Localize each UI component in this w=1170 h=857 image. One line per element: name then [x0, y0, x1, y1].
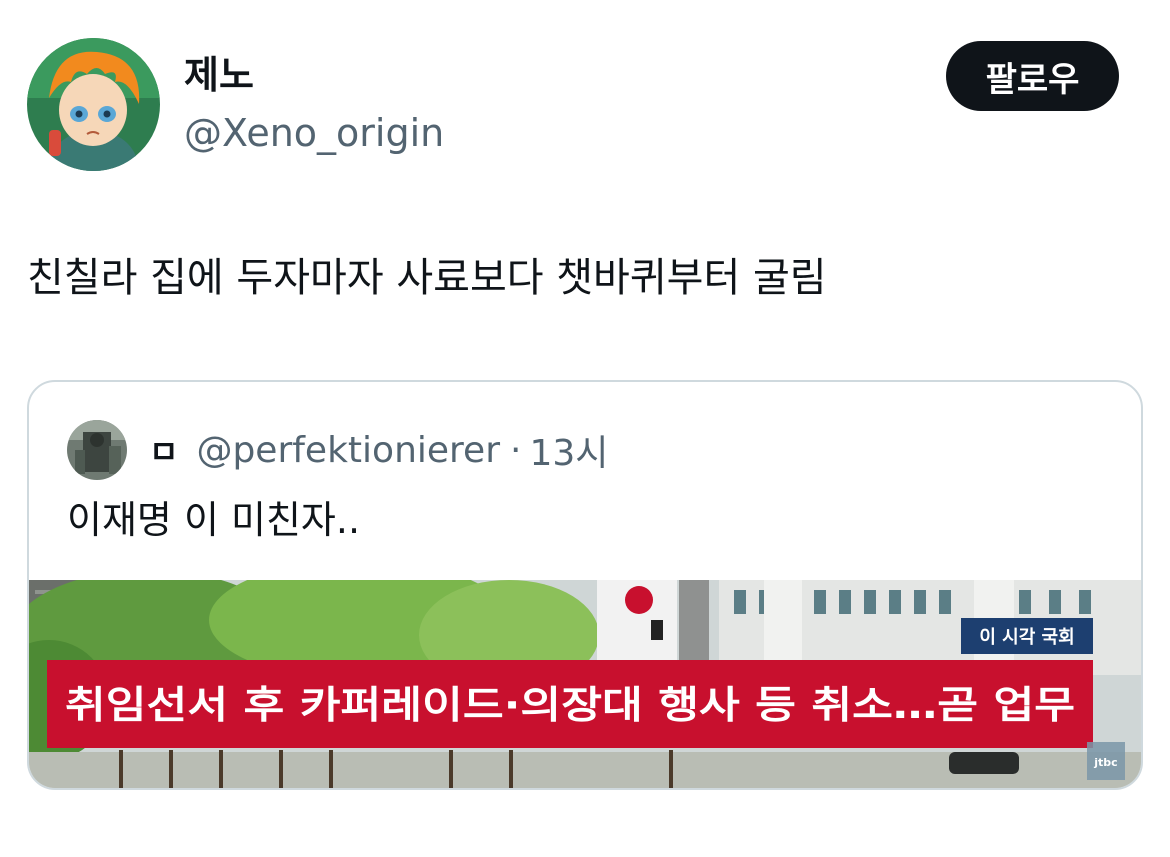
author-handle[interactable]: @Xeno_origin [184, 110, 444, 156]
quoted-author-avatar[interactable] [67, 420, 127, 480]
news-screenshot: 이 시각 국회 취임선서 후 카퍼레이드·의장대 행사 등 취소…곧 업무 jt… [29, 580, 1141, 788]
news-headline: 취임선서 후 카퍼레이드·의장대 행사 등 취소…곧 업무 [65, 683, 1075, 727]
quoted-media-image[interactable]: 이 시각 국회 취임선서 후 카퍼레이드·의장대 행사 등 취소…곧 업무 jt… [29, 580, 1141, 788]
quoted-timestamp[interactable]: 13시 [529, 424, 608, 476]
quoted-tweet-text: 이재명 이 미친자.. [67, 498, 361, 542]
author-display-name[interactable]: 제노 [184, 52, 254, 98]
quoted-author-name[interactable]: ㅁ [149, 427, 178, 473]
follow-button[interactable]: 팔로우 [946, 41, 1119, 111]
broadcaster-logo: jtbc [1093, 756, 1117, 769]
author-avatar[interactable] [27, 38, 160, 171]
quoted-author-handle[interactable]: @perfektionierer [196, 430, 500, 471]
news-location-tag: 이 시각 국회 [979, 627, 1074, 648]
tweet-text: 친칠라 집에 두자마자 사료보다 챗바퀴부터 굴림 [27, 255, 827, 301]
separator-dot: · [510, 429, 522, 471]
quoted-tweet-card[interactable]: ㅁ @perfektionierer · 13시 이재명 이 미친자.. 이 시… [27, 380, 1143, 790]
quoted-tweet-header: ㅁ @perfektionierer · 13시 [67, 420, 608, 480]
